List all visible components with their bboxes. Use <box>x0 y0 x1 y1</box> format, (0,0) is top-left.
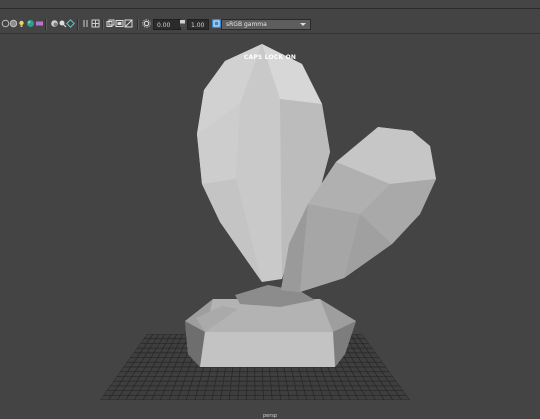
grid-icon[interactable] <box>82 19 91 28</box>
safe-area-icon[interactable] <box>106 19 115 28</box>
gamma-icon[interactable] <box>178 19 187 28</box>
toolbar-separator <box>102 19 104 30</box>
antialias-icon[interactable] <box>66 19 75 28</box>
status-message: CAPS LOCK ON <box>243 54 297 61</box>
camera-label: persp <box>262 413 278 419</box>
menu-bar <box>0 0 540 9</box>
light-icon[interactable] <box>17 19 26 28</box>
exposure-icon[interactable] <box>142 19 151 28</box>
scene-render <box>100 44 436 400</box>
gamma-field[interactable]: 1.00 <box>187 19 209 30</box>
texture-icon[interactable] <box>26 19 35 28</box>
toolbar-separator <box>137 19 139 30</box>
viewport-toolbar: 0.00 1.00 sRGB gamma <box>0 16 540 34</box>
exposure-field[interactable]: 0.00 <box>153 19 181 30</box>
chevron-down-icon <box>300 23 306 26</box>
film-gate-icon[interactable] <box>115 19 124 28</box>
field-chart-icon[interactable] <box>124 19 133 28</box>
pedestal-mesh <box>185 285 356 367</box>
toolbar-separator <box>45 19 47 30</box>
color-space-dropdown[interactable]: sRGB gamma <box>221 19 311 30</box>
shadow-icon[interactable] <box>35 19 44 28</box>
color-space-label: sRGB gamma <box>226 21 267 28</box>
resolution-gate-icon[interactable] <box>91 19 100 28</box>
3d-viewport[interactable]: CAPS LOCK ON persp <box>0 34 540 419</box>
color-management-icon[interactable] <box>212 19 221 28</box>
toolbar-separator <box>77 19 79 30</box>
